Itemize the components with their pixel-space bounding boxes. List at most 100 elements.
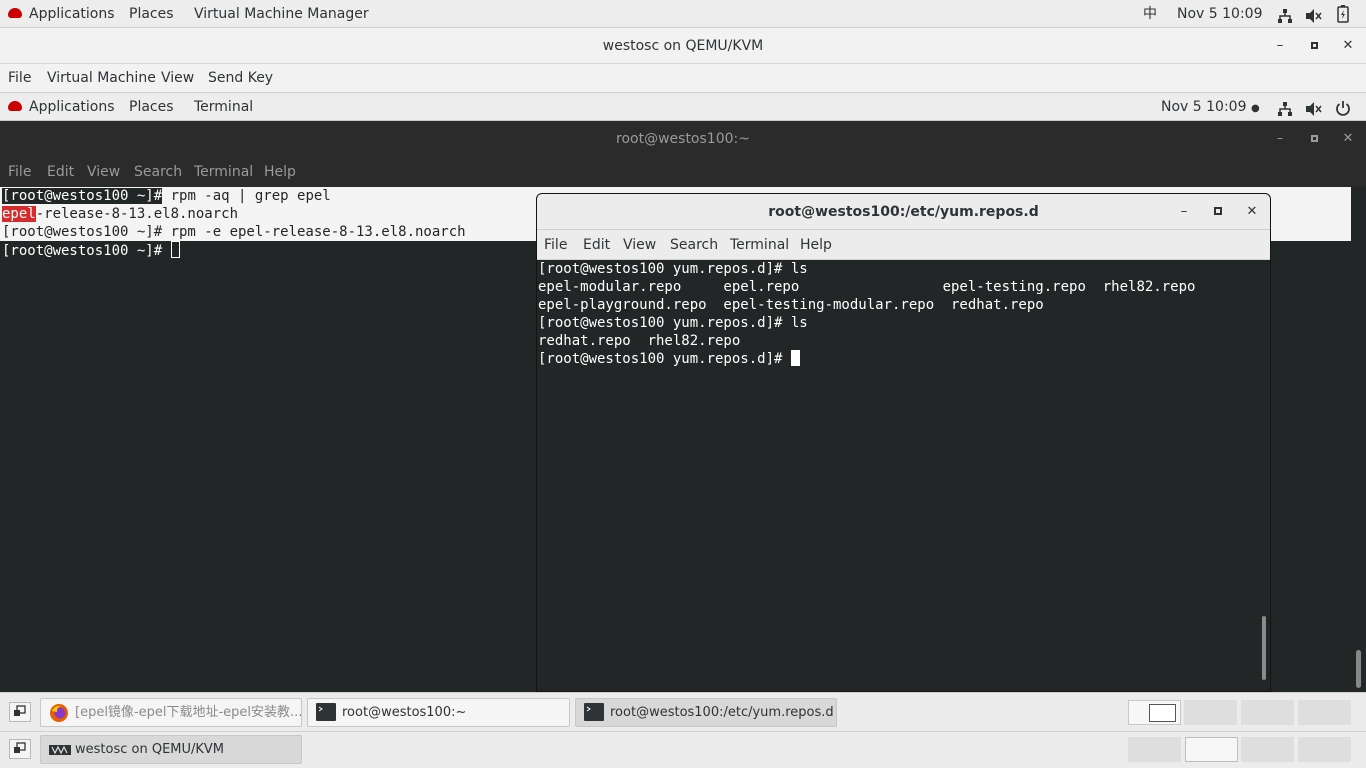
host-workspace-3[interactable] [1241, 737, 1294, 762]
terminal2-close-icon[interactable]: ✕ [1242, 202, 1262, 222]
vm-menu-view[interactable]: View [161, 64, 194, 93]
guest-network-icon[interactable] [1277, 99, 1293, 116]
terminal1-maximize-icon[interactable] [1304, 129, 1324, 149]
terminal2-title: root@westos100:/etc/yum.repos.d [768, 204, 1039, 220]
terminal2-window: root@westos100:/etc/yum.repos.d – ✕ File… [536, 193, 1271, 692]
redhat-logo-icon [8, 101, 22, 111]
vm-menu-virtual-machine[interactable]: Virtual Machine [47, 64, 156, 93]
volume-muted-icon[interactable] [1305, 6, 1323, 23]
vm-menu-file[interactable]: File [8, 64, 31, 93]
terminal2-titlebar[interactable]: root@westos100:/etc/yum.repos.d – ✕ [537, 194, 1270, 230]
notification-dot-icon: ● [1250, 103, 1260, 114]
guest-taskbar: [epel镜像-epel下载地址-epel安装教... root@westos1… [0, 692, 1366, 731]
task-terminal-yum-label: root@westos100:/etc/yum.repos.d [610, 705, 834, 720]
terminal1-close-icon[interactable]: ✕ [1338, 129, 1358, 149]
guest-clock-label: Nov 5 10:09 [1161, 99, 1247, 115]
virt-manager-icon [49, 740, 71, 758]
t1-cursor [170, 241, 180, 258]
terminal1-titlebar[interactable]: root@westos100:~ – ✕ [0, 121, 1366, 157]
terminal1-menubar: File Edit View Search Terminal Help [0, 157, 1366, 187]
t2-cursor [790, 350, 800, 366]
terminal1-minimize-icon[interactable]: – [1270, 129, 1290, 149]
t1-line-2: epel-release-8-13.el8.noarch [2, 205, 238, 223]
t2-line-2: epel-modular.repo epel.repo epel-testing… [538, 279, 1196, 295]
t1-menu-terminal[interactable]: Terminal [194, 157, 253, 187]
task-terminal-home[interactable]: root@westos100:~ [307, 698, 570, 727]
task-firefox[interactable]: [epel镜像-epel下载地址-epel安装教... [40, 698, 302, 727]
guest-volume-muted-icon[interactable] [1305, 99, 1323, 116]
vm-window-title: westosc on QEMU/KVM [602, 38, 764, 54]
task-vm-window[interactable]: westosc on QEMU/KVM [40, 735, 302, 764]
task-terminal-home-label: root@westos100:~ [342, 705, 467, 720]
terminal2-scrollbar[interactable] [1262, 616, 1266, 680]
t1-menu-search[interactable]: Search [134, 157, 182, 187]
t2-menu-search[interactable]: Search [670, 230, 718, 260]
host-applications-menu[interactable]: Applications [8, 0, 115, 28]
t2-menu-help[interactable]: Help [800, 230, 832, 260]
t2-menu-edit[interactable]: Edit [583, 230, 610, 260]
t2-line-6-prompt: [root@westos100 yum.repos.d]# [538, 351, 791, 367]
workspace-2[interactable] [1184, 700, 1237, 725]
t2-line-6: [root@westos100 yum.repos.d]# [538, 350, 800, 368]
t2-line-1: [root@westos100 yum.repos.d]# ls [538, 261, 808, 277]
terminal1-title: root@westos100:~ [616, 131, 750, 147]
guest-terminal-menu[interactable]: Terminal [194, 93, 253, 121]
workspace-1[interactable] [1128, 700, 1181, 725]
firefox-icon [49, 703, 69, 722]
t1-line-1-prompt: [root@westos100 ~]# [2, 188, 163, 204]
terminal1-scrollbar[interactable] [1356, 650, 1361, 688]
workspace-3[interactable] [1241, 700, 1294, 725]
t1-menu-help[interactable]: Help [264, 157, 296, 187]
guest-applications-label: Applications [29, 99, 115, 115]
guest-applications-menu[interactable]: Applications [8, 93, 115, 121]
host-show-desktop-icon[interactable] [9, 739, 31, 759]
host-workspace-2[interactable] [1185, 737, 1238, 762]
t2-menu-file[interactable]: File [544, 230, 567, 260]
t1-menu-edit[interactable]: Edit [47, 157, 74, 187]
minimize-icon[interactable]: – [1270, 36, 1290, 56]
t2-line-5: redhat.repo rhel82.repo [538, 333, 741, 349]
workspace-4[interactable] [1298, 700, 1351, 725]
power-icon[interactable] [1335, 98, 1351, 116]
t1-line-4-prompt: [root@westos100 ~]# [2, 243, 171, 259]
host-vmm-menu[interactable]: Virtual Machine Manager [194, 0, 369, 28]
t1-line-2-match: epel [2, 206, 36, 222]
terminal2-menubar: File Edit View Search Terminal Help [537, 230, 1270, 260]
terminal2-minimize-icon[interactable]: – [1174, 202, 1194, 222]
guest-top-bar: Applications Places Terminal Nov 5 10:09… [0, 93, 1366, 121]
terminal2-maximize-icon[interactable] [1208, 202, 1228, 222]
terminal2-output[interactable]: [root@westos100 yum.repos.d]# ls epel-mo… [537, 260, 1270, 691]
workspace-window-preview [1149, 704, 1176, 722]
t2-line-3: epel-playground.repo epel-testing-modula… [538, 297, 1044, 313]
guest-places-menu[interactable]: Places [129, 93, 174, 121]
vm-menu-send-key[interactable]: Send Key [208, 64, 273, 93]
host-top-bar: Applications Places Virtual Machine Mana… [0, 0, 1366, 28]
t2-menu-view[interactable]: View [623, 230, 656, 260]
network-icon[interactable] [1277, 6, 1293, 23]
t1-menu-file[interactable]: File [8, 157, 31, 187]
host-applications-label: Applications [29, 6, 115, 22]
t1-line-4: [root@westos100 ~]# [2, 241, 180, 259]
host-workspace-4[interactable] [1298, 737, 1351, 762]
task-terminal-yum[interactable]: root@westos100:/etc/yum.repos.d [575, 698, 837, 727]
vm-window-titlebar[interactable]: westosc on QEMU/KVM – ✕ [0, 28, 1366, 64]
host-places-menu[interactable]: Places [129, 0, 174, 28]
close-icon[interactable]: ✕ [1338, 36, 1358, 56]
t1-line-1-cmd: rpm -aq | grep epel [162, 188, 331, 204]
host-clock[interactable]: Nov 5 10:09 [1177, 0, 1262, 28]
host-taskbar: westosc on QEMU/KVM [0, 731, 1366, 768]
maximize-icon[interactable] [1304, 36, 1324, 56]
t1-line-1: [root@westos100 ~]# rpm -aq | grep epel [2, 187, 331, 205]
t1-menu-view[interactable]: View [87, 157, 120, 187]
redhat-logo-icon [8, 8, 22, 18]
t2-menu-terminal[interactable]: Terminal [730, 230, 789, 260]
task-firefox-label: [epel镜像-epel下载地址-epel安装教... [75, 705, 302, 720]
terminal-icon [316, 703, 336, 721]
show-desktop-icon[interactable] [9, 702, 31, 722]
t1-line-3: [root@westos100 ~]# rpm -e epel-release-… [2, 224, 466, 240]
t2-line-4: [root@westos100 yum.repos.d]# ls [538, 315, 808, 331]
input-method-indicator[interactable]: 中 [1143, 0, 1157, 28]
guest-clock[interactable]: Nov 5 10:09 ● [1161, 93, 1260, 121]
battery-icon[interactable] [1337, 5, 1349, 23]
host-workspace-1[interactable] [1128, 737, 1181, 762]
